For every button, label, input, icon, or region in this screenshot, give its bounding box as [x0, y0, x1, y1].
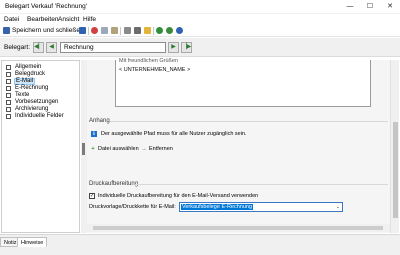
print-template-label: Druckvorlage/Druckkette für E-Mail: [89, 204, 176, 210]
menu-bar: Datei Bearbeiten Ansicht Hilfe [0, 14, 400, 25]
attachment-group-label: Anhang [89, 118, 110, 124]
group-divider [135, 184, 388, 185]
tree-checkbox [6, 114, 11, 119]
tree-checkbox [6, 100, 11, 105]
arrow-right-icon: → [141, 146, 147, 152]
prev-record-button[interactable]: ◀ [46, 42, 57, 53]
settings-tree: Allgemein Belegdruck E-Mail E-Rechnung T… [1, 60, 80, 233]
tree-checkbox [6, 72, 11, 77]
add-icon: + [91, 146, 95, 152]
print-icon[interactable] [134, 27, 141, 34]
menu-hilfe[interactable]: Hilfe [83, 16, 96, 23]
remove-button[interactable]: → Entfernen [141, 145, 173, 153]
tree-item-label: Allgemein [15, 64, 42, 70]
toolbar: Speichern und schließen [0, 25, 400, 37]
tree-item-label: Archivierung [15, 106, 49, 112]
save-icon[interactable] [79, 27, 86, 34]
folder-icon[interactable] [144, 27, 151, 34]
refresh-icon[interactable] [166, 27, 173, 34]
tree-checkbox [6, 93, 11, 98]
menu-datei[interactable]: Datei [4, 16, 19, 23]
group-divider [110, 121, 388, 122]
tree-item-label: Individuelle Felder [15, 113, 64, 119]
email-body-line: Mit freundlichen Grüßen [119, 58, 178, 64]
tree-item-label: Vorbesetzungen [15, 99, 59, 105]
tree-item-label: Texte [15, 92, 30, 98]
cut-icon[interactable] [91, 27, 98, 34]
save-close-icon[interactable] [3, 27, 10, 34]
print-template-select[interactable]: Verkaufsbelege E-Rechnung ⌄ [179, 202, 343, 212]
last-record-button[interactable]: ▕▶ [181, 42, 192, 53]
toolbar-separator [88, 27, 89, 35]
menu-ansicht[interactable]: Ansicht [58, 16, 79, 23]
undo-icon[interactable] [124, 27, 131, 34]
tree-checkbox [6, 86, 11, 91]
toolbar-separator [120, 27, 121, 35]
tree-checkbox [6, 65, 11, 70]
tree-item-label: Belegdruck [15, 71, 46, 77]
scrollbar-thumb[interactable] [93, 226, 383, 230]
splitter-grip[interactable] [82, 143, 85, 155]
copy-icon[interactable] [101, 27, 108, 34]
individual-print-checkbox[interactable]: ✓ [89, 193, 95, 199]
record-navigation: Belegart: ◀▏ ◀ Rechnung ▶ ▕▶ [0, 38, 400, 57]
print-group-label: Druckaufbereitung [89, 181, 139, 187]
next-record-button[interactable]: ▶ [168, 42, 179, 53]
remove-label: Entfernen [149, 146, 173, 152]
tree-item-label: E-Mail [14, 78, 36, 85]
save-close-button[interactable]: Speichern und schließen [12, 27, 84, 34]
title-bar: Belegart Verkauf 'Rechnung' — ☐ ✕ [0, 0, 400, 14]
belegart-field[interactable]: Rechnung [60, 42, 166, 53]
select-file-button[interactable]: + Datei auswählen [90, 145, 139, 153]
tree-checkbox [6, 107, 11, 112]
email-body-textarea[interactable]: Mit freundlichen Grüßen < UNTERNEHMEN_NA… [115, 58, 371, 107]
select-file-label: Datei auswählen [98, 146, 139, 152]
maximize-button[interactable]: ☐ [360, 0, 380, 14]
belegart-label: Belegart: [4, 44, 31, 51]
attachment-info-text: Der ausgewählte Pfad muss für alle Nutze… [101, 131, 247, 137]
tab-hinweise[interactable]: Hinweise [17, 237, 48, 247]
info-icon: i [91, 131, 97, 137]
close-button[interactable]: ✕ [380, 0, 400, 14]
help-icon[interactable] [176, 27, 183, 34]
print-template-value: Verkaufsbelege E-Rechnung [181, 204, 254, 210]
first-record-button[interactable]: ◀▏ [33, 42, 44, 53]
paste-icon[interactable] [111, 27, 118, 34]
window-title: Belegart Verkauf 'Rechnung' [5, 3, 87, 10]
tree-checkbox [6, 79, 11, 84]
vertical-scrollbar[interactable] [390, 60, 399, 233]
email-body-line: < UNTERNEHMEN_NAME > [119, 67, 191, 73]
bottom-tabs: Notiz Hinweise [0, 234, 400, 255]
minimize-button[interactable]: — [340, 0, 360, 14]
tree-item-label: E-Rechnung [15, 85, 49, 91]
toolbar-separator [153, 27, 154, 35]
horizontal-scrollbar[interactable] [87, 224, 390, 232]
web-icon[interactable] [156, 27, 163, 34]
individual-print-label: Individuelle Druckaufbereitung für den E… [98, 193, 259, 199]
menu-bearbeiten[interactable]: Bearbeiten [27, 16, 58, 23]
chevron-down-icon[interactable]: ⌄ [336, 204, 340, 210]
scrollbar-thumb[interactable] [393, 122, 398, 218]
